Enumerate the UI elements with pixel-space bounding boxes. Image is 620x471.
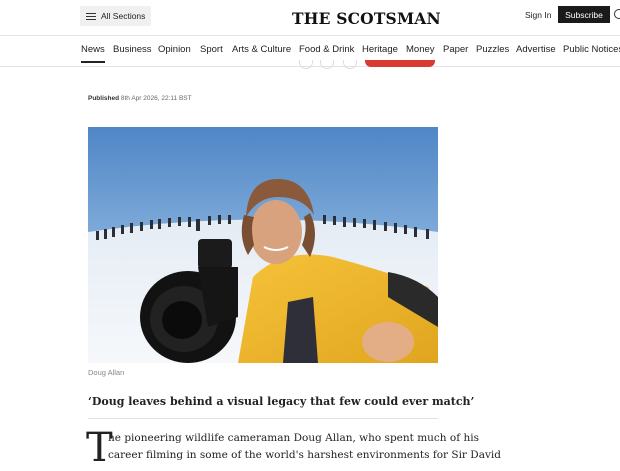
nav-item-opinion[interactable]: Opinion — [158, 44, 191, 55]
nav-item-food-drink[interactable]: Food & Drink — [299, 44, 354, 55]
subscribe-button[interactable]: Subscribe — [558, 6, 610, 23]
nav-item-heritage[interactable]: Heritage — [362, 44, 398, 55]
top-bar: All Sections THE SCOTSMAN Sign In Subscr… — [0, 0, 620, 34]
body-text-line: career filming in some of the world's ha… — [108, 449, 501, 461]
pullquote: ‘Doug leaves behind a visual legacy that… — [88, 395, 475, 408]
nav-item-news[interactable]: News — [81, 44, 105, 63]
nav-item-puzzles[interactable]: Puzzles — [476, 44, 509, 55]
nav-item-public-notices[interactable]: Public Notices — [563, 44, 620, 55]
all-sections-label: All Sections — [101, 11, 146, 21]
photo-illustration — [88, 127, 438, 363]
share-icon[interactable] — [299, 60, 313, 69]
article-photo — [88, 127, 438, 363]
search-icon[interactable] — [614, 9, 620, 19]
site-logo[interactable]: THE SCOTSMAN — [292, 9, 441, 28]
nav-item-paper[interactable]: Paper — [443, 44, 468, 55]
published-timestamp: 8th Apr 2026, 22:11 BST — [120, 95, 192, 102]
nav-item-business[interactable]: Business — [113, 44, 152, 55]
share-icon[interactable] — [343, 60, 357, 69]
nav-item-money[interactable]: Money — [406, 44, 435, 55]
all-sections-button[interactable]: All Sections — [80, 6, 152, 26]
published-label: Published — [88, 95, 120, 102]
nav-item-sport[interactable]: Sport — [200, 44, 223, 55]
follow-button[interactable] — [365, 60, 435, 67]
body-text-line: he pioneering wildlife cameraman Doug Al… — [108, 432, 479, 444]
published-date: Published 8th Apr 2026, 22:11 BST — [88, 95, 192, 102]
divider — [88, 418, 438, 419]
share-icon[interactable] — [320, 60, 334, 69]
image-credit: Doug Allan — [88, 368, 125, 377]
nav-item-arts-culture[interactable]: Arts & Culture — [232, 44, 291, 55]
menu-icon — [86, 12, 96, 20]
sign-in-link[interactable]: Sign In — [525, 10, 551, 20]
nav-item-advertise[interactable]: Advertise — [516, 44, 556, 55]
